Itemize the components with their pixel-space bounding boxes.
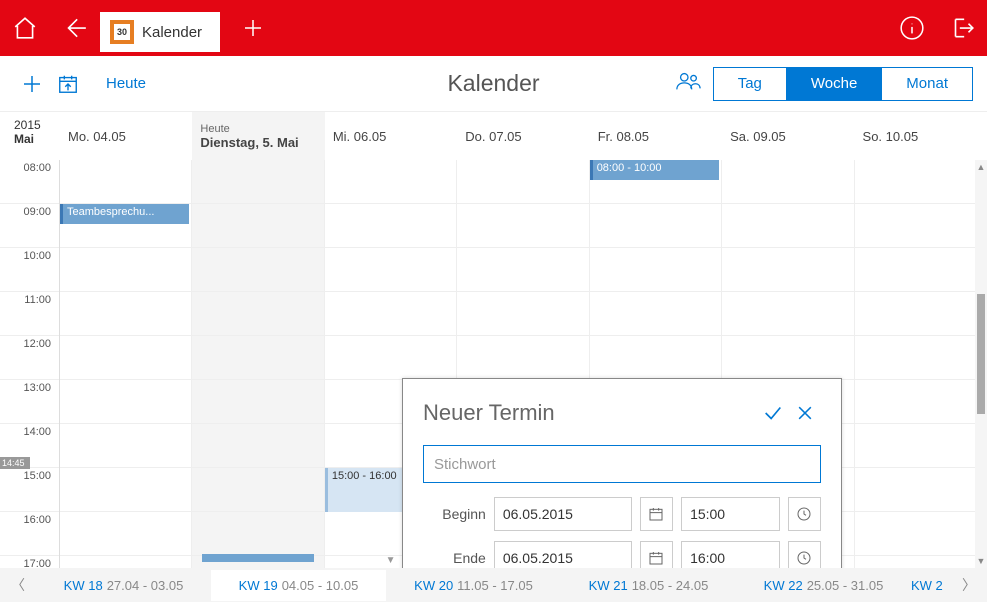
today-link[interactable]: Heute — [106, 75, 146, 92]
view-month[interactable]: Monat — [882, 68, 972, 100]
day-col-sat[interactable]: Sa. 09.05 — [722, 112, 854, 160]
week-item[interactable]: KW 2011.05 - 17.05 — [386, 570, 561, 601]
exit-button[interactable] — [937, 0, 987, 56]
begin-date-field[interactable]: 06.05.2015 — [494, 497, 632, 531]
week-item[interactable]: KW 2118.05 - 24.05 — [561, 570, 736, 601]
begin-date-picker[interactable] — [640, 497, 673, 531]
end-time-field[interactable]: 16:00 — [681, 541, 780, 568]
end-date-picker[interactable] — [640, 541, 673, 568]
week-prev[interactable]: 〈 — [0, 575, 36, 595]
time-column: 08:00 09:00 10:00 11:00 12:00 13:00 14:0… — [0, 160, 60, 568]
now-marker: 14:45 — [0, 457, 30, 469]
subject-input[interactable] — [423, 445, 821, 483]
calendar-icon: 30 — [110, 20, 134, 44]
day-col-sun[interactable]: So. 10.05 — [855, 112, 987, 160]
day-col-mon[interactable]: Mo. 04.05 — [60, 112, 192, 160]
week-item[interactable]: KW 2 — [911, 570, 951, 601]
week-item[interactable]: KW 1904.05 - 10.05 — [211, 570, 386, 601]
people-button[interactable] — [663, 70, 713, 97]
end-time-picker[interactable] — [788, 541, 821, 568]
new-tab-button[interactable] — [228, 0, 278, 56]
add-button[interactable] — [14, 66, 50, 102]
day-col-fri[interactable]: Fr. 08.05 — [590, 112, 722, 160]
back-button[interactable] — [50, 0, 100, 56]
new-event-popup: Neuer Termin Beginn 06.05.2015 15:00 End… — [402, 378, 842, 568]
grid-col-tue[interactable] — [192, 160, 324, 568]
page-title: Kalender — [447, 70, 539, 97]
end-label: Ende — [423, 550, 486, 566]
day-header: 2015 Mai Mo. 04.05 HeuteDienstag, 5. Mai… — [0, 112, 987, 160]
day-col-wed[interactable]: Mi. 06.05 — [325, 112, 457, 160]
day-col-thu[interactable]: Do. 07.05 — [457, 112, 589, 160]
titlebar: 30 Kalender — [0, 0, 987, 56]
toolbar: Heute Kalender Tag Woche Monat — [0, 56, 987, 112]
event-team[interactable]: Teambesprechu... — [60, 204, 189, 224]
home-button[interactable] — [0, 0, 50, 56]
info-button[interactable] — [887, 0, 937, 56]
event-partial[interactable] — [202, 554, 313, 562]
week-next[interactable]: 〉 — [951, 575, 987, 595]
scroll-down[interactable]: ▼ — [975, 554, 987, 568]
begin-label: Beginn — [423, 506, 486, 522]
scroll-thumb[interactable] — [977, 294, 985, 414]
active-tab[interactable]: 30 Kalender — [100, 12, 220, 52]
confirm-button[interactable] — [757, 397, 789, 429]
tab-title: Kalender — [142, 24, 202, 41]
close-button[interactable] — [789, 397, 821, 429]
view-day[interactable]: Tag — [714, 68, 787, 100]
year-month: 2015 Mai — [0, 112, 60, 160]
begin-time-field[interactable]: 15:00 — [681, 497, 780, 531]
scroll-up[interactable]: ▲ — [975, 160, 987, 174]
grid-col-sun[interactable] — [855, 160, 987, 568]
end-date-field[interactable]: 06.05.2015 — [494, 541, 632, 568]
scrollbar[interactable]: ▲ ▼ — [975, 160, 987, 568]
grid-col-mon[interactable]: Teambesprechu... — [60, 160, 192, 568]
day-col-tue[interactable]: HeuteDienstag, 5. Mai — [192, 112, 324, 160]
view-switch: Tag Woche Monat — [713, 67, 973, 101]
week-bar: 〈 KW 1827.04 - 03.05 KW 1904.05 - 10.05 … — [0, 568, 987, 602]
event-fri[interactable]: 08:00 - 10:00 — [590, 160, 719, 180]
week-item[interactable]: KW 2225.05 - 31.05 — [736, 570, 911, 601]
view-week[interactable]: Woche — [787, 68, 882, 100]
calendar-grid: 08:00 09:00 10:00 11:00 12:00 13:00 14:0… — [0, 160, 987, 568]
begin-time-picker[interactable] — [788, 497, 821, 531]
chevron-down-icon[interactable]: ▼ — [386, 555, 396, 566]
week-item[interactable]: KW 1827.04 - 03.05 — [36, 570, 211, 601]
goto-today-button[interactable] — [50, 66, 86, 102]
popup-title: Neuer Termin — [423, 400, 757, 426]
